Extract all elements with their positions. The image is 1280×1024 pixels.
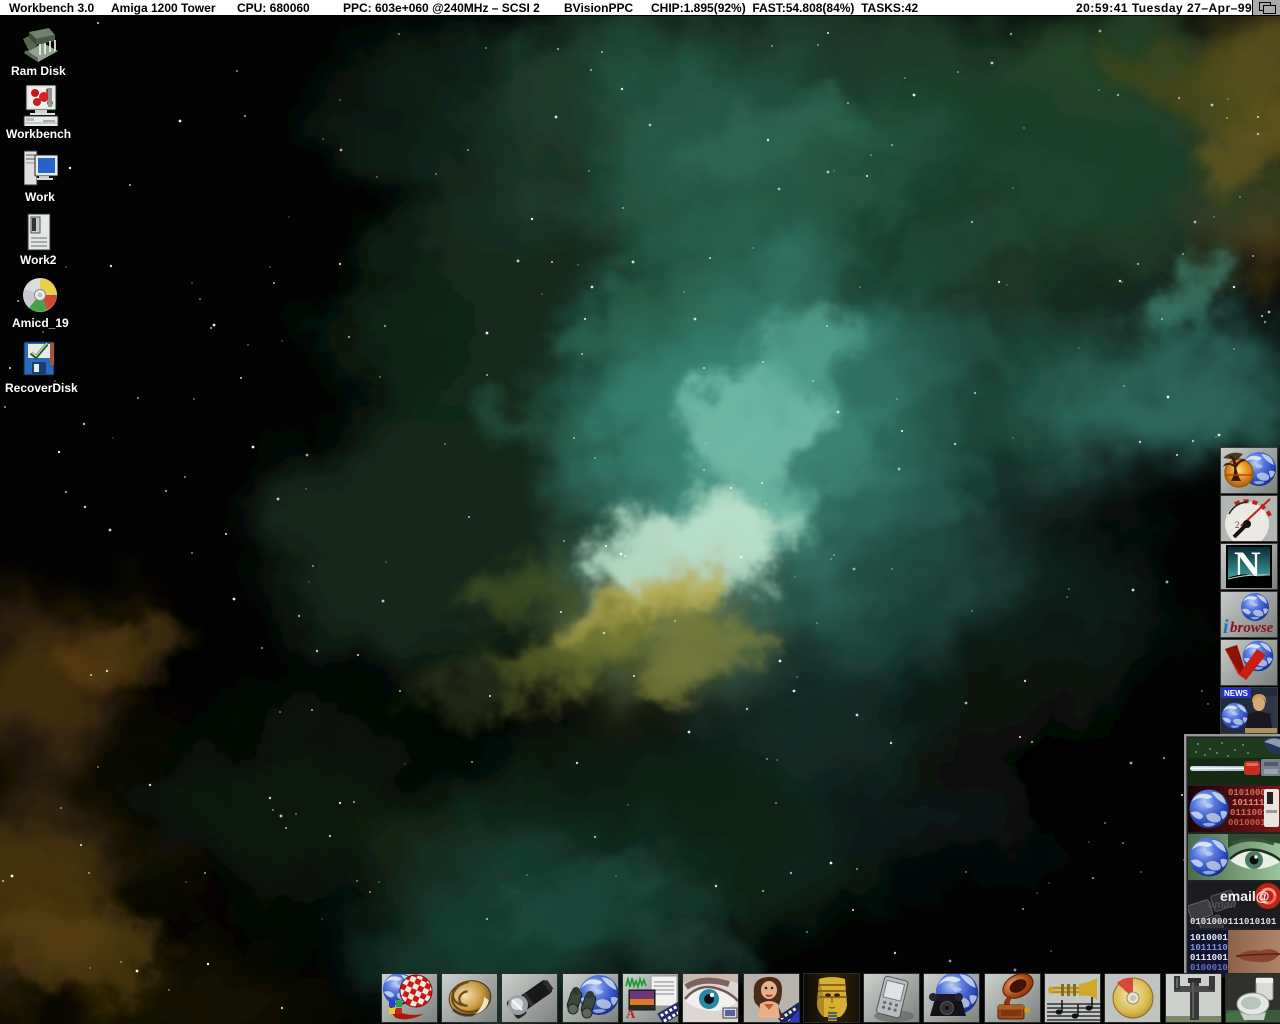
svg-text:i: i — [1223, 616, 1229, 637]
svg-text:0100010: 0100010 — [1190, 963, 1228, 973]
svg-text:0111001: 0111001 — [1230, 808, 1268, 818]
svg-text:NEWS: NEWS — [1224, 689, 1249, 698]
svg-text:1011110: 1011110 — [1190, 943, 1228, 953]
svg-text:N: N — [1234, 545, 1261, 586]
svg-text:0010001: 0010001 — [1228, 818, 1266, 828]
svg-text:browse: browse — [1230, 620, 1274, 636]
svg-text:A: A — [626, 1006, 636, 1021]
svg-text:email: email — [1208, 899, 1237, 911]
svg-text:2: 2 — [1235, 520, 1240, 530]
svg-text:0101000111010101: 0101000111010101 — [1190, 917, 1277, 927]
svg-text:1010001: 1010001 — [1190, 933, 1228, 943]
svg-text:0111001: 0111001 — [1190, 953, 1228, 963]
